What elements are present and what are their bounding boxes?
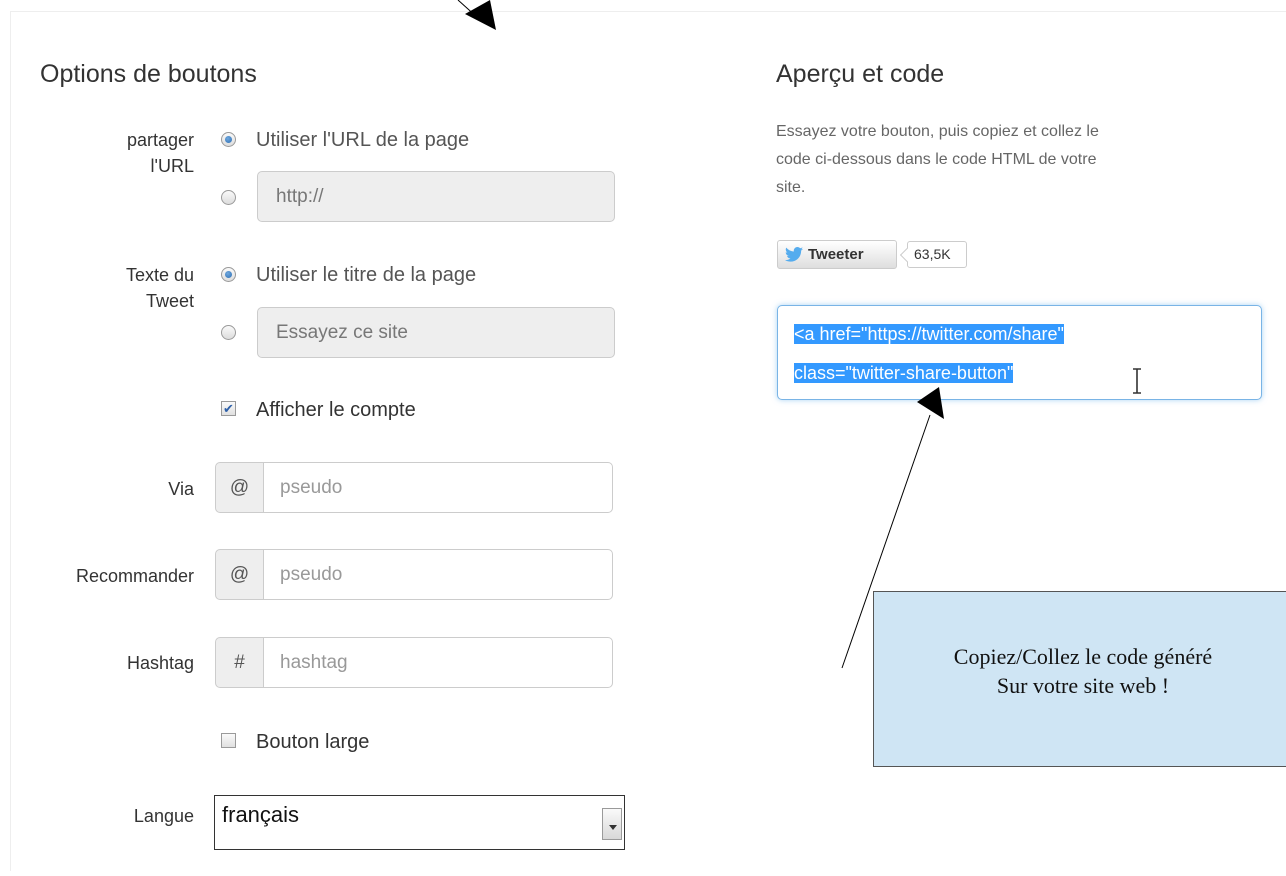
callout-pointer-line xyxy=(841,414,931,669)
top-arrowhead xyxy=(465,0,496,30)
annotation-arrows xyxy=(457,0,944,669)
callout-arrowhead xyxy=(917,387,944,419)
